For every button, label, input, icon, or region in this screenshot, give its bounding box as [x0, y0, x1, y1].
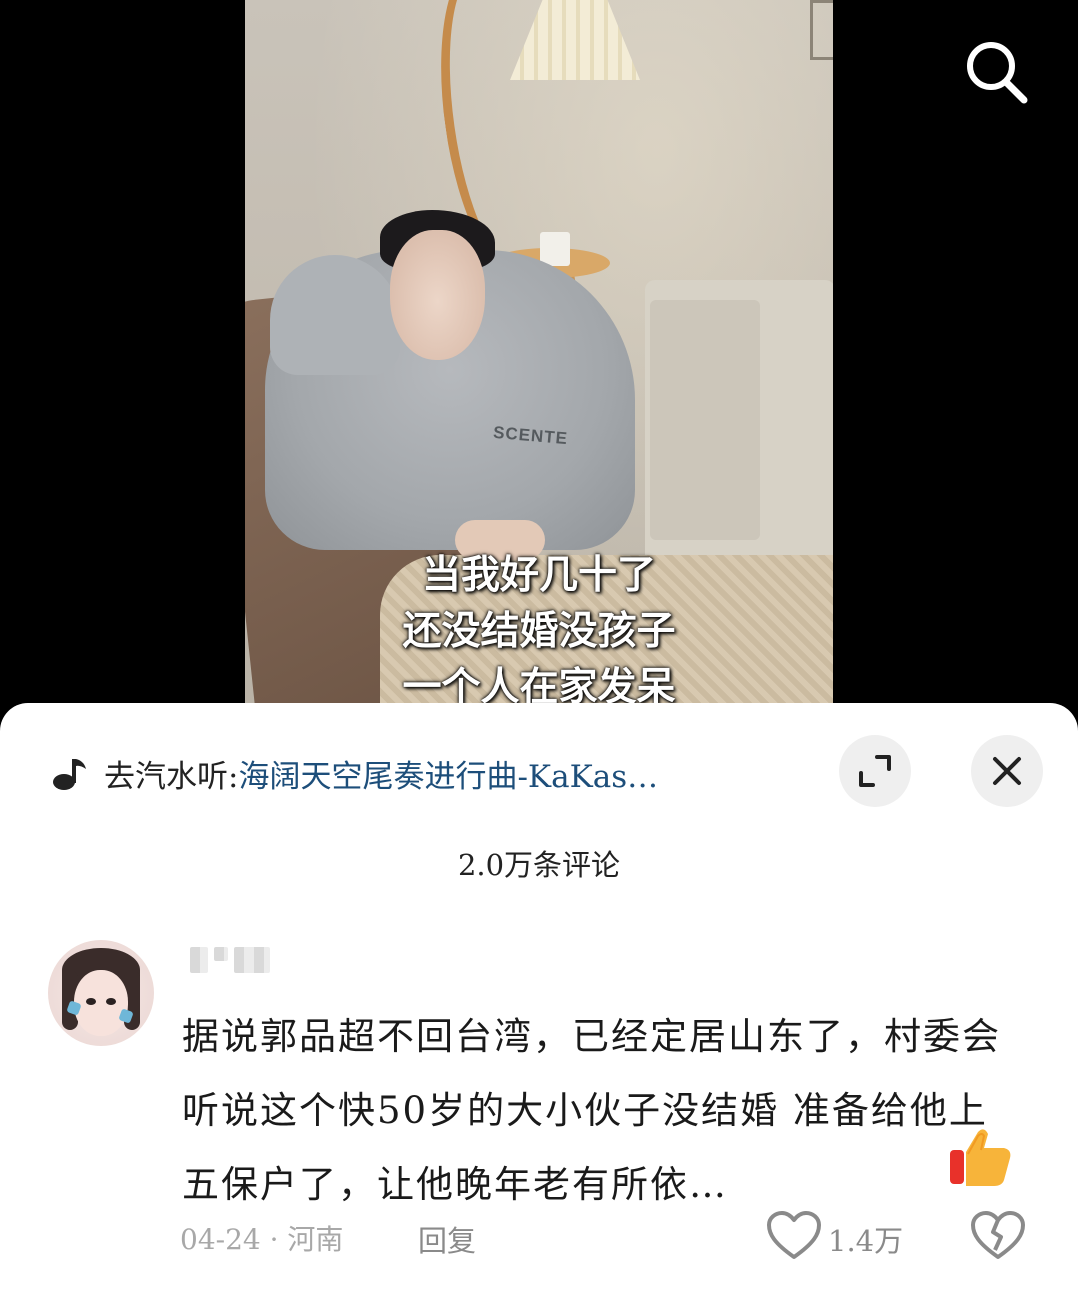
music-prefix: 去汽水听:: [104, 758, 239, 795]
like-button[interactable]: [766, 1210, 822, 1262]
music-bar[interactable]: 去汽水听: 海阔天空尾奏进行曲-KaKas…: [50, 750, 820, 796]
comment-date-location: 04-24 · 河南: [180, 1223, 344, 1256]
expand-icon: [859, 755, 891, 787]
expand-button[interactable]: [839, 735, 911, 807]
search-button[interactable]: [960, 36, 1032, 108]
thumbs-up-icon: [950, 1129, 1011, 1186]
window-frame: [810, 0, 833, 60]
search-icon: [967, 42, 1028, 104]
subtitle-line: 当我好几十了: [421, 553, 656, 598]
screen: SCENTE 当我好几十了 还没结婚没孩子 一个人在家发呆 去汽水听: 海阔天空…: [0, 0, 1078, 1294]
broken-heart-icon: [971, 1211, 1025, 1259]
close-button[interactable]: [971, 735, 1043, 807]
avatar[interactable]: [48, 940, 154, 1046]
subtitle-line: 还没结婚没孩子: [402, 609, 676, 654]
music-note-icon: [53, 759, 86, 790]
comment-text: 据说郭品超不回台湾，已经定居山东了，村委会听说这个快50岁的大小伙子没结婚 准备…: [182, 1015, 1001, 1206]
heart-icon: [767, 1211, 821, 1259]
comment-count: 2.0万条评论: [457, 848, 621, 882]
video-player[interactable]: SCENTE 当我好几十了 还没结婚没孩子 一个人在家发呆: [245, 0, 833, 740]
username-blurred[interactable]: [190, 947, 300, 981]
like-count: 1.4万: [828, 1224, 904, 1258]
person-face: [390, 230, 485, 360]
video-subtitles: 当我好几十了 还没结婚没孩子 一个人在家发呆: [245, 548, 833, 716]
dislike-button[interactable]: [970, 1210, 1026, 1262]
close-icon: [993, 757, 1021, 785]
music-title-link[interactable]: 海阔天空尾奏进行曲-KaKas…: [238, 751, 658, 796]
reply-button[interactable]: 回复: [418, 1218, 476, 1260]
